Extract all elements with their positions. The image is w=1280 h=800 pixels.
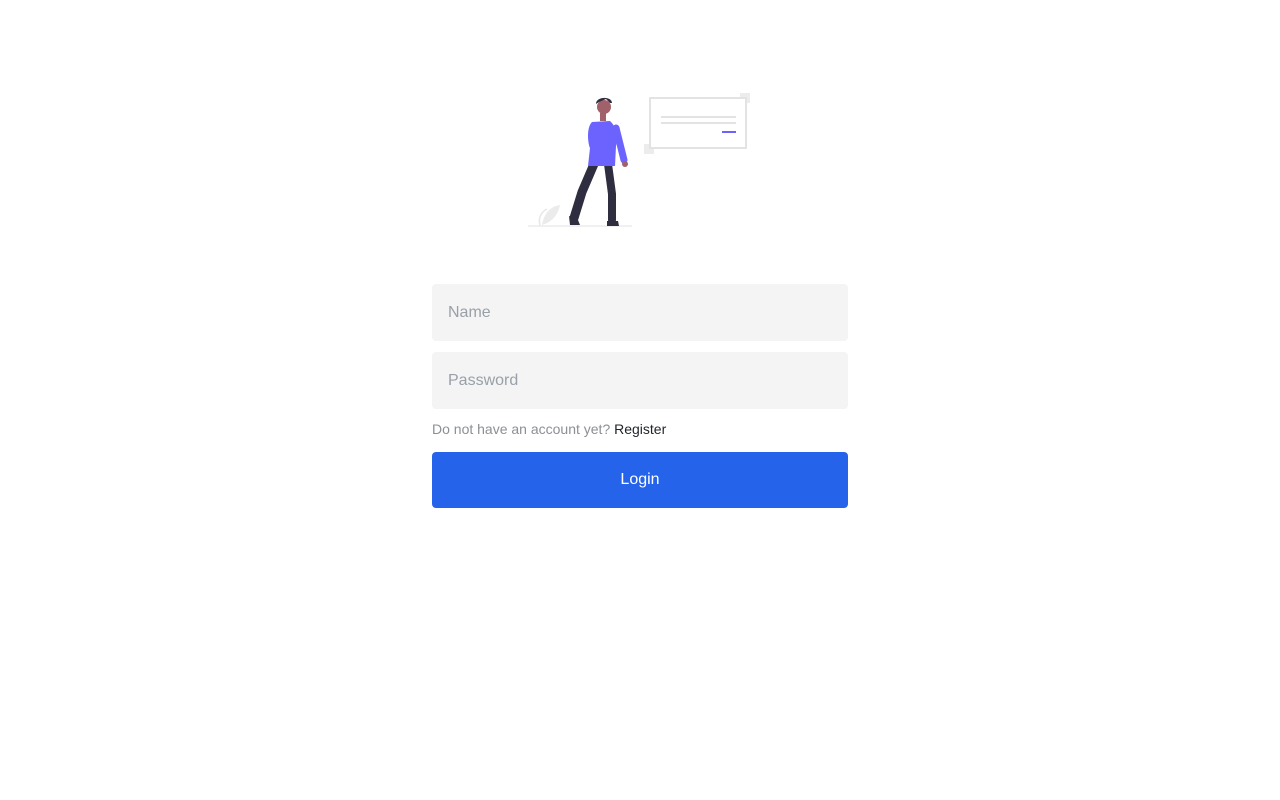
- login-page: Do not have an account yet? Register Log…: [0, 0, 1280, 800]
- register-link[interactable]: Register: [614, 421, 666, 437]
- name-input[interactable]: [432, 284, 848, 341]
- register-prompt-row: Do not have an account yet? Register: [432, 420, 848, 440]
- login-button[interactable]: Login: [432, 452, 848, 508]
- password-input[interactable]: [432, 352, 848, 409]
- register-prompt-text: Do not have an account yet?: [432, 421, 611, 437]
- login-form: Do not have an account yet? Register Log…: [432, 284, 848, 508]
- person-message-illustration: [528, 93, 750, 227]
